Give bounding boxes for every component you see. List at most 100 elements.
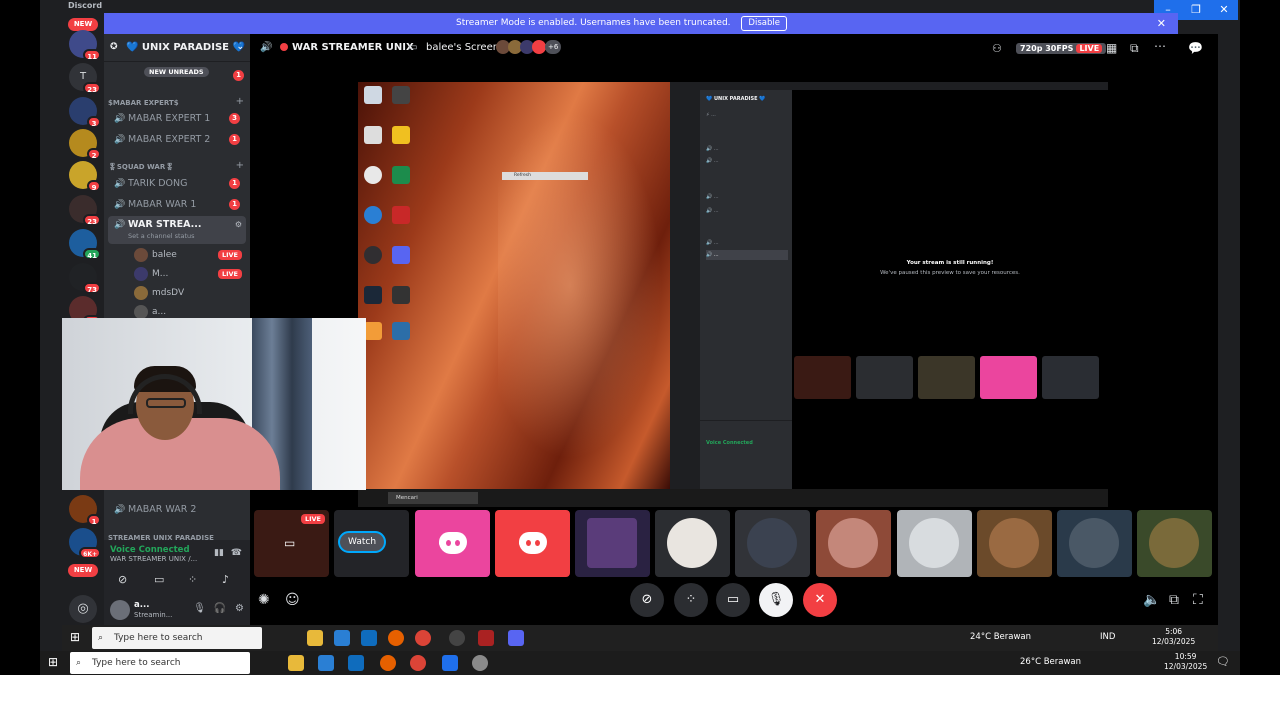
voice-user[interactable]: balee LIVE <box>134 246 246 264</box>
add-channel-icon[interactable]: + <box>236 96 244 107</box>
disconnect-icon[interactable]: ☎ <box>231 548 242 558</box>
app-icon[interactable] <box>472 655 488 671</box>
store-icon[interactable] <box>318 655 334 671</box>
camera-off-icon[interactable]: ⊘ <box>118 573 127 586</box>
edge-icon[interactable] <box>364 206 382 224</box>
channel-mabar-expert-1[interactable]: 🔊 MABAR EXPERT 13 <box>108 110 246 128</box>
channel-status-hint[interactable]: Set a channel status <box>128 227 195 245</box>
close-window-button[interactable]: ✕ <box>1210 0 1238 20</box>
participant-tile[interactable] <box>735 510 810 577</box>
chrome-icon[interactable] <box>410 655 426 671</box>
steam-icon[interactable] <box>364 286 382 304</box>
server-icon[interactable]: T 23 <box>69 63 101 94</box>
channel-mabar-expert-2[interactable]: 🔊 MABAR EXPERT 21 <box>108 131 246 149</box>
grid-layout-icon[interactable]: ▦ <box>1106 41 1117 55</box>
firefox-icon[interactable] <box>380 655 396 671</box>
voice-user[interactable]: mdsDV <box>134 284 246 302</box>
server-icon[interactable]: 41 <box>69 229 101 260</box>
stream-tile[interactable]: Watch <box>334 510 409 577</box>
headphones-icon[interactable]: 🎧 <box>214 603 226 614</box>
channel-war-streamer[interactable]: 🔊 WAR STREA... Set a channel status ⚙ <box>108 216 246 244</box>
participant-tile[interactable] <box>575 510 650 577</box>
rockstar-icon[interactable] <box>392 126 410 144</box>
recycle-bin-icon[interactable] <box>364 86 382 104</box>
disable-streamer-mode-button[interactable]: Disable <box>741 16 787 31</box>
voice-channel[interactable]: WAR STREAMER UNIX /... <box>110 555 197 563</box>
outlook-icon[interactable] <box>361 630 377 646</box>
ccleaner-icon[interactable] <box>392 206 410 224</box>
store-icon[interactable] <box>334 630 350 646</box>
app-icon[interactable] <box>478 630 494 646</box>
taskbar-search[interactable]: ⌕ Type here to search <box>70 652 250 674</box>
app-icon[interactable] <box>392 86 410 104</box>
activities-button[interactable]: ⁘ <box>674 583 708 617</box>
banner-close-icon[interactable]: ✕ <box>1157 13 1166 34</box>
server-icon[interactable]: 9 <box>69 161 101 192</box>
app-icon[interactable] <box>442 655 458 671</box>
participant-tile[interactable] <box>415 510 490 577</box>
obs-icon[interactable] <box>364 246 382 264</box>
popout-icon[interactable]: ⧉ <box>1130 41 1139 56</box>
windows-start-icon[interactable]: ⊞ <box>48 655 58 669</box>
popout-icon[interactable]: ⧉ <box>1169 591 1179 609</box>
server-icon[interactable]: 73 <box>69 263 101 294</box>
chrome-icon[interactable] <box>364 166 382 184</box>
microphone-button[interactable]: 🎙 <box>759 583 793 617</box>
participant-tile[interactable] <box>1137 510 1212 577</box>
more-icon[interactable]: ⋯ <box>1154 39 1166 53</box>
firefox-icon[interactable] <box>388 630 404 646</box>
server-header[interactable]: ✪ 💙 UNIX PARADISE 💙 ⌄ <box>104 34 250 62</box>
app-icon[interactable] <box>364 322 382 340</box>
discord-icon[interactable] <box>508 630 524 646</box>
app-icon[interactable] <box>392 166 410 184</box>
channel-mabar-war-1[interactable]: 🔊 MABAR WAR 11 <box>108 196 246 214</box>
chrome-icon[interactable] <box>415 630 431 646</box>
participant-tile[interactable] <box>816 510 891 577</box>
participant-tile[interactable] <box>495 510 570 577</box>
stream-tile[interactable]: LIVE ▭ <box>254 510 329 577</box>
server-icon[interactable]: 11 <box>69 30 101 61</box>
participant-tile[interactable] <box>897 510 972 577</box>
signal-icon[interactable]: ▮▮ <box>214 548 224 558</box>
windows-start-icon[interactable]: ⊞ <box>70 630 80 644</box>
disconnect-button[interactable]: ✕ <box>803 583 837 617</box>
soundboard-icon[interactable]: ♪ <box>222 573 229 586</box>
noise-suppression-icon[interactable]: ✺ <box>258 591 270 609</box>
channel-settings-icon[interactable]: ⚙ <box>235 216 242 234</box>
language-indicator[interactable]: IND <box>1100 632 1115 642</box>
app-icon[interactable] <box>364 126 382 144</box>
camera-toggle-button[interactable]: ⊘ <box>630 583 664 617</box>
server-icon[interactable]: 6K+ <box>69 528 101 559</box>
context-menu-item[interactable]: Refresh <box>502 172 588 180</box>
outlook-icon[interactable] <box>348 655 364 671</box>
app-icon[interactable] <box>392 286 410 304</box>
mic-icon[interactable]: 🎙 <box>193 603 206 614</box>
file-explorer-icon[interactable] <box>288 655 304 671</box>
settings-icon[interactable]: ⚙ <box>235 603 244 614</box>
invite-icon[interactable]: ⚇ <box>992 42 1002 55</box>
volume-icon[interactable]: 🔈 <box>1143 591 1160 609</box>
participant-tile[interactable] <box>977 510 1052 577</box>
participant-tile[interactable] <box>1057 510 1132 577</box>
add-channel-icon[interactable]: + <box>236 160 244 171</box>
taskbar-search[interactable]: ⌕ Type here to search <box>92 627 262 649</box>
activities-icon[interactable]: ⁘ <box>188 573 197 586</box>
server-icon[interactable]: 2 <box>69 129 101 160</box>
weather-text[interactable]: 26°C Berawan <box>1020 657 1081 667</box>
category-mabar-expert[interactable]: $MABAR EXPERT$ <box>108 99 179 107</box>
emoji-icon[interactable]: ☺ <box>285 591 300 609</box>
screen-share-icon[interactable]: ▭ <box>154 573 164 586</box>
participant-tile[interactable] <box>655 510 730 577</box>
chat-icon[interactable]: 💬 <box>1188 41 1203 55</box>
discover-icon[interactable]: ◎ <box>69 595 97 623</box>
restore-button[interactable]: ❐ <box>1182 0 1210 20</box>
watch-button[interactable]: Watch <box>338 531 387 553</box>
server-icon[interactable]: 1 <box>69 495 101 526</box>
avatar[interactable] <box>110 600 130 620</box>
clock[interactable]: 10:59 12/03/2025 <box>1164 652 1207 672</box>
new-unreads-pill[interactable]: NEW UNREADS <box>144 67 209 77</box>
clock[interactable]: 5:06 12/03/2025 <box>1152 627 1195 647</box>
channel-tarik-dong[interactable]: 🔊 TARIK DONG 1 <box>108 175 246 193</box>
fullscreen-icon[interactable]: ⛶ <box>1193 591 1203 609</box>
server-icon[interactable]: 23 <box>69 195 101 226</box>
